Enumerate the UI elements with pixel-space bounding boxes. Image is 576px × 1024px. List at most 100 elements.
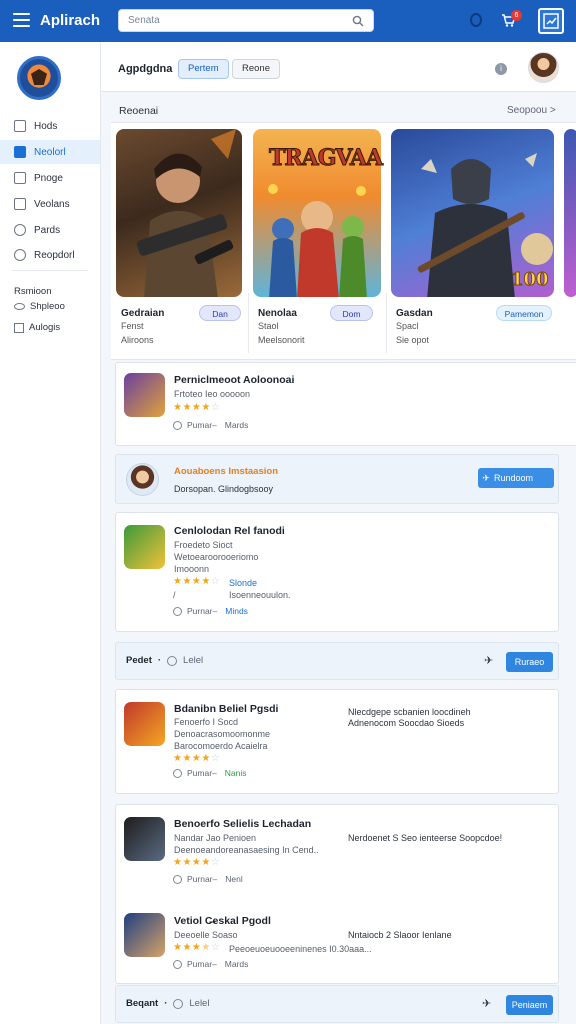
card-meta: Sie opot xyxy=(396,335,430,345)
action-strip: Beqant · Lelel ✈ Peniaem xyxy=(115,985,559,1023)
featured-card-partial[interactable] xyxy=(564,129,576,355)
item-side-label: Slonde xyxy=(229,578,258,588)
app-title: Aplirach xyxy=(40,12,101,29)
star-rating: ★★★★☆ xyxy=(173,942,221,953)
top-bar: Aplirach Senata 6 xyxy=(0,0,576,42)
badge-label: Dom xyxy=(342,309,361,319)
artwork-title: TRAGVAA xyxy=(268,145,383,172)
sidebar-item-clock[interactable]: Pards xyxy=(0,218,100,242)
chip-filter-1[interactable]: Pertem xyxy=(178,59,229,79)
item-meta: Pumar– Mards xyxy=(173,420,248,430)
list-item[interactable]: Cenlolodan Rel fanodi Froedeto Sioct Wet… xyxy=(115,512,559,632)
sidebar-item-pages[interactable]: Pnoge xyxy=(0,166,100,190)
sidebar-item-label: Aulogis xyxy=(29,322,61,333)
item-title: Bdanibn Beliel Pgsdi xyxy=(174,703,279,715)
strip-sub: Lelel xyxy=(189,998,210,1009)
featured-card[interactable]: TRAGVAA Nenolaa Staol Meelsonorit Dom xyxy=(248,129,386,355)
item-title: Perniclmeoot Aoloonoai xyxy=(174,374,295,386)
star-rating: ★★★★☆ xyxy=(173,576,221,587)
sub-header: Agpdgdna Pertem Reone i xyxy=(101,42,576,92)
featured-card[interactable]: 100 Gasdan Spacl Sie opot Pamemon xyxy=(386,129,564,355)
item-right-text: Nntaiocb 2 Slaoor Ienlane xyxy=(348,930,452,940)
clock-icon xyxy=(173,998,184,1009)
app-logo[interactable] xyxy=(17,56,61,100)
game-icon[interactable] xyxy=(124,373,165,417)
game-icon[interactable] xyxy=(124,702,165,746)
user-avatar[interactable] xyxy=(528,52,559,83)
oval-icon xyxy=(14,303,25,310)
meta-label: Pumar– xyxy=(187,420,217,430)
star-rating: ★★★★☆ xyxy=(173,857,221,868)
search-placeholder: Senata xyxy=(128,15,160,26)
pages-icon xyxy=(14,172,26,184)
featured-card[interactable]: Gedraian Fenst Aliroons Dan xyxy=(111,129,248,355)
game-icon[interactable] xyxy=(124,525,165,569)
promo-button[interactable]: ✈ Rundoom xyxy=(478,468,554,488)
meta-tag[interactable]: Mards xyxy=(225,420,249,430)
meta-tag[interactable]: Nanis xyxy=(225,768,247,778)
meta-tag[interactable]: Nenl xyxy=(225,874,242,884)
sidebar-extra-item[interactable]: Shpleoo xyxy=(14,301,65,312)
settings-icon xyxy=(14,249,26,261)
sidebar-item-home[interactable]: Hods xyxy=(0,114,100,138)
pin-icon: ✈ xyxy=(482,473,490,483)
sidebar-item-label: Reopdorl xyxy=(34,249,75,261)
sidebar-extra-item[interactable]: Rsmioon xyxy=(14,286,52,297)
game-artwork[interactable] xyxy=(564,129,576,297)
sidebar-item-label: Hods xyxy=(34,120,58,132)
clock-icon xyxy=(173,874,182,884)
sidebar-item-settings[interactable]: Reopdorl xyxy=(0,243,100,267)
item-desc: Wetoearoorooeriomo xyxy=(174,552,259,562)
item-desc: Frtoteo Ieo ooooon xyxy=(174,389,251,399)
card-badge[interactable]: Pamemon xyxy=(496,305,552,321)
circle-icon[interactable] xyxy=(468,12,484,28)
share-icon[interactable]: ✈ xyxy=(484,654,493,667)
search-icon[interactable] xyxy=(352,15,364,27)
card-subtitle: Fenst xyxy=(121,321,144,331)
meta-tag[interactable]: Mards xyxy=(225,959,249,969)
home-icon xyxy=(14,120,26,132)
star-rating: ★★★★☆ xyxy=(173,753,221,764)
promo-title: Aouaboens Imstaasion xyxy=(174,466,278,477)
sidebar-item-library[interactable]: Veolans xyxy=(0,192,100,216)
card-meta: Meelsonorit xyxy=(258,335,305,345)
promo-subtitle: Dorsopan. Glindogbsooy xyxy=(174,484,274,494)
strip-button[interactable]: Ruraeo xyxy=(506,652,553,672)
sidebar-extra-item[interactable]: Aulogis xyxy=(14,322,60,333)
game-artwork[interactable]: TRAGVAA xyxy=(253,129,384,299)
item-title: Benoerfo Selielis Lechadan xyxy=(174,818,312,830)
sidebar-item-label: Veolans xyxy=(34,198,70,210)
app-grid-icon[interactable] xyxy=(538,8,564,34)
item-title: Cenlolodan Rel fanodi xyxy=(174,525,285,537)
strip-button[interactable]: Peniaem xyxy=(506,995,553,1015)
sidebar-divider xyxy=(12,270,88,271)
sidebar-item-label: Rsmioon xyxy=(14,286,52,297)
card-badge[interactable]: Dan xyxy=(199,305,241,321)
strip-label: Pedet xyxy=(126,655,152,666)
list-item[interactable]: Bdanibn Beliel Pgsdi Fenoerfo I Socd Den… xyxy=(115,689,559,794)
main-content: Agpdgdna Pertem Reone i Reoenai Seopoou … xyxy=(101,42,576,1024)
featured-carousel: Gedraian Fenst Aliroons Dan TRAGVAA Neno… xyxy=(111,122,576,360)
see-all-link[interactable]: Seopoou > xyxy=(507,105,556,116)
card-badge[interactable]: Dom xyxy=(330,305,373,321)
item-desc: Imooonn xyxy=(174,564,210,574)
promo-banner: Aouaboens Imstaasion Dorsopan. Glindogbs… xyxy=(115,454,559,504)
search-input[interactable]: Senata xyxy=(118,9,374,32)
card-subtitle: Staol xyxy=(258,321,279,331)
library-icon xyxy=(14,198,26,210)
list-item[interactable]: Perniclmeoot Aoloonoai Frtoteo Ieo ooooo… xyxy=(115,362,576,446)
promo-button-label: Rundoom xyxy=(494,473,534,483)
meta-label: Pumar– xyxy=(187,768,217,778)
info-icon[interactable]: i xyxy=(495,63,507,75)
game-artwork[interactable] xyxy=(116,129,242,299)
meta-label: Pumar– xyxy=(187,959,217,969)
sidebar-item-active[interactable]: Neolorl xyxy=(0,140,100,164)
game-icon[interactable] xyxy=(124,913,165,957)
menu-icon[interactable] xyxy=(13,13,30,27)
share-icon[interactable]: ✈ xyxy=(482,997,491,1010)
game-icon[interactable] xyxy=(124,817,165,861)
strip-label: Beqant xyxy=(126,998,159,1009)
chip-filter-2[interactable]: Reone xyxy=(232,59,280,79)
meta-tag[interactable]: Minds xyxy=(225,606,248,616)
game-artwork[interactable]: 100 xyxy=(391,129,554,299)
